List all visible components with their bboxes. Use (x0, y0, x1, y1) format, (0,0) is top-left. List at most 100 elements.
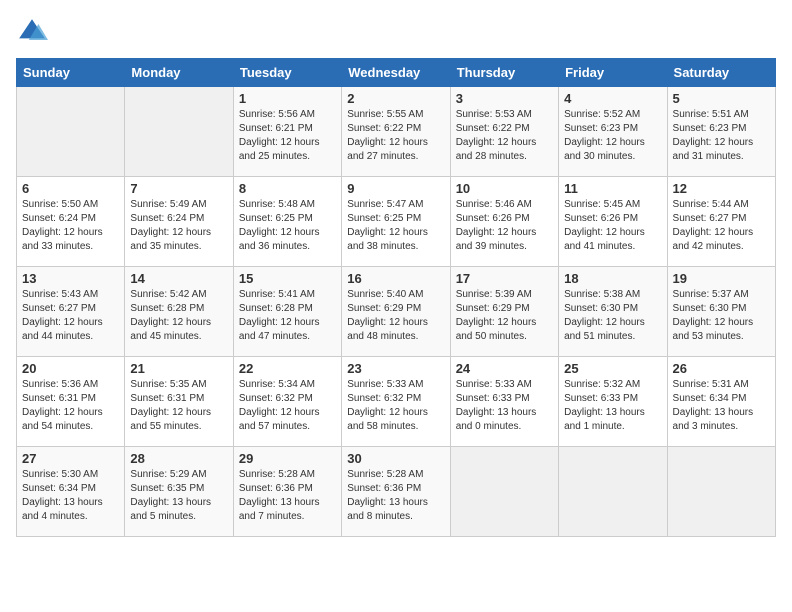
day-cell: 5 Sunrise: 5:51 AM Sunset: 6:23 PM Daylig… (667, 87, 775, 177)
day-number: 2 (347, 91, 444, 106)
day-cell: 19 Sunrise: 5:37 AM Sunset: 6:30 PM Dayli… (667, 267, 775, 357)
day-info: Sunrise: 5:28 AM Sunset: 6:36 PM Dayligh… (239, 468, 336, 524)
day-number: 29 (239, 451, 336, 466)
day-info: Sunrise: 5:38 AM Sunset: 6:30 PM Dayligh… (564, 288, 661, 344)
day-cell: 8Sunrise: 5:48 AM Sunset: 6:25 PM Daylig… (233, 177, 341, 267)
day-cell (450, 447, 558, 537)
day-number: 7 (130, 181, 227, 196)
day-info: Sunrise: 5:34 AM Sunset: 6:32 PM Dayligh… (239, 378, 336, 434)
day-info: Sunrise: 5:43 AM Sunset: 6:27 PM Dayligh… (22, 288, 119, 344)
day-cell: 23 Sunrise: 5:33 AM Sunset: 6:32 PM Dayli… (342, 357, 450, 447)
day-cell: 6 Sunrise: 5:50 AM Sunset: 6:24 PM Daylig… (17, 177, 125, 267)
day-header-thursday: Thursday (450, 59, 558, 87)
day-info: Sunrise: 5:56 AM Sunset: 6:21 PM Dayligh… (239, 108, 336, 164)
day-info: Sunrise: 5:33 AM Sunset: 6:32 PM Dayligh… (347, 378, 444, 434)
day-cell: 20 Sunrise: 5:36 AM Sunset: 6:31 PM Dayli… (17, 357, 125, 447)
day-number: 1 (239, 91, 336, 106)
day-cell: 13 Sunrise: 5:43 AM Sunset: 6:27 PM Dayli… (17, 267, 125, 357)
day-info: Sunrise: 5:29 AM Sunset: 6:35 PM Dayligh… (130, 468, 227, 524)
day-cell: 27 Sunrise: 5:30 AM Sunset: 6:34 PM Dayli… (17, 447, 125, 537)
day-info: Sunrise: 5:31 AM Sunset: 6:34 PM Dayligh… (673, 378, 770, 434)
day-cell: 3Sunrise: 5:53 AM Sunset: 6:22 PM Daylig… (450, 87, 558, 177)
calendar-body: 1 Sunrise: 5:56 AM Sunset: 6:21 PM Daylig… (17, 87, 776, 537)
day-info: Sunrise: 5:41 AM Sunset: 6:28 PM Dayligh… (239, 288, 336, 344)
day-header-sunday: Sunday (17, 59, 125, 87)
day-cell: 30 Sunrise: 5:28 AM Sunset: 6:36 PM Dayli… (342, 447, 450, 537)
day-cell: 25 Sunrise: 5:32 AM Sunset: 6:33 PM Dayli… (559, 357, 667, 447)
calendar-header: SundayMondayTuesdayWednesdayThursdayFrid… (17, 59, 776, 87)
day-number: 27 (22, 451, 119, 466)
day-header-tuesday: Tuesday (233, 59, 341, 87)
day-info: Sunrise: 5:44 AM Sunset: 6:27 PM Dayligh… (673, 198, 770, 254)
logo (16, 16, 52, 48)
day-info: Sunrise: 5:39 AM Sunset: 6:29 PM Dayligh… (456, 288, 553, 344)
day-info: Sunrise: 5:35 AM Sunset: 6:31 PM Dayligh… (130, 378, 227, 434)
day-number: 26 (673, 361, 770, 376)
day-header-saturday: Saturday (667, 59, 775, 87)
day-number: 30 (347, 451, 444, 466)
day-cell: 24Sunrise: 5:33 AM Sunset: 6:33 PM Dayli… (450, 357, 558, 447)
week-row-4: 20 Sunrise: 5:36 AM Sunset: 6:31 PM Dayli… (17, 357, 776, 447)
day-info: Sunrise: 5:55 AM Sunset: 6:22 PM Dayligh… (347, 108, 444, 164)
day-number: 20 (22, 361, 119, 376)
day-info: Sunrise: 5:46 AM Sunset: 6:26 PM Dayligh… (456, 198, 553, 254)
day-cell: 10 Sunrise: 5:46 AM Sunset: 6:26 PM Dayli… (450, 177, 558, 267)
day-cell: 14 Sunrise: 5:42 AM Sunset: 6:28 PM Dayli… (125, 267, 233, 357)
day-info: Sunrise: 5:51 AM Sunset: 6:23 PM Dayligh… (673, 108, 770, 164)
day-cell: 26 Sunrise: 5:31 AM Sunset: 6:34 PM Dayli… (667, 357, 775, 447)
day-number: 19 (673, 271, 770, 286)
day-cell: 22 Sunrise: 5:34 AM Sunset: 6:32 PM Dayli… (233, 357, 341, 447)
day-number: 22 (239, 361, 336, 376)
day-cell: 4Sunrise: 5:52 AM Sunset: 6:23 PM Daylig… (559, 87, 667, 177)
day-number: 14 (130, 271, 227, 286)
day-info: Sunrise: 5:50 AM Sunset: 6:24 PM Dayligh… (22, 198, 119, 254)
day-info: Sunrise: 5:33 AM Sunset: 6:33 PM Dayligh… (456, 378, 553, 434)
day-cell: 15 Sunrise: 5:41 AM Sunset: 6:28 PM Dayli… (233, 267, 341, 357)
day-cell: 2 Sunrise: 5:55 AM Sunset: 6:22 PM Daylig… (342, 87, 450, 177)
day-number: 11 (564, 181, 661, 196)
day-number: 6 (22, 181, 119, 196)
day-header-wednesday: Wednesday (342, 59, 450, 87)
day-number: 9 (347, 181, 444, 196)
calendar-table: SundayMondayTuesdayWednesdayThursdayFrid… (16, 58, 776, 537)
week-row-1: 1 Sunrise: 5:56 AM Sunset: 6:21 PM Daylig… (17, 87, 776, 177)
day-number: 21 (130, 361, 227, 376)
day-info: Sunrise: 5:28 AM Sunset: 6:36 PM Dayligh… (347, 468, 444, 524)
day-number: 4 (564, 91, 661, 106)
day-number: 13 (22, 271, 119, 286)
day-cell (17, 87, 125, 177)
week-row-2: 6 Sunrise: 5:50 AM Sunset: 6:24 PM Daylig… (17, 177, 776, 267)
day-number: 15 (239, 271, 336, 286)
day-number: 18 (564, 271, 661, 286)
day-number: 12 (673, 181, 770, 196)
day-info: Sunrise: 5:47 AM Sunset: 6:25 PM Dayligh… (347, 198, 444, 254)
day-number: 5 (673, 91, 770, 106)
day-cell: 18 Sunrise: 5:38 AM Sunset: 6:30 PM Dayli… (559, 267, 667, 357)
day-cell: 21 Sunrise: 5:35 AM Sunset: 6:31 PM Dayli… (125, 357, 233, 447)
day-info: Sunrise: 5:45 AM Sunset: 6:26 PM Dayligh… (564, 198, 661, 254)
day-number: 16 (347, 271, 444, 286)
day-cell: 16 Sunrise: 5:40 AM Sunset: 6:29 PM Dayli… (342, 267, 450, 357)
day-cell: 28Sunrise: 5:29 AM Sunset: 6:35 PM Dayli… (125, 447, 233, 537)
day-cell: 9 Sunrise: 5:47 AM Sunset: 6:25 PM Daylig… (342, 177, 450, 267)
day-number: 23 (347, 361, 444, 376)
day-cell: 11 Sunrise: 5:45 AM Sunset: 6:26 PM Dayli… (559, 177, 667, 267)
day-number: 25 (564, 361, 661, 376)
week-row-3: 13 Sunrise: 5:43 AM Sunset: 6:27 PM Dayli… (17, 267, 776, 357)
day-cell (125, 87, 233, 177)
day-info: Sunrise: 5:30 AM Sunset: 6:34 PM Dayligh… (22, 468, 119, 524)
day-number: 8 (239, 181, 336, 196)
header-row: SundayMondayTuesdayWednesdayThursdayFrid… (17, 59, 776, 87)
day-header-friday: Friday (559, 59, 667, 87)
day-info: Sunrise: 5:32 AM Sunset: 6:33 PM Dayligh… (564, 378, 661, 434)
day-info: Sunrise: 5:49 AM Sunset: 6:24 PM Dayligh… (130, 198, 227, 254)
day-number: 10 (456, 181, 553, 196)
day-cell: 1 Sunrise: 5:56 AM Sunset: 6:21 PM Daylig… (233, 87, 341, 177)
day-info: Sunrise: 5:37 AM Sunset: 6:30 PM Dayligh… (673, 288, 770, 344)
day-cell: 7 Sunrise: 5:49 AM Sunset: 6:24 PM Daylig… (125, 177, 233, 267)
day-number: 3 (456, 91, 553, 106)
day-info: Sunrise: 5:42 AM Sunset: 6:28 PM Dayligh… (130, 288, 227, 344)
day-info: Sunrise: 5:40 AM Sunset: 6:29 PM Dayligh… (347, 288, 444, 344)
day-info: Sunrise: 5:36 AM Sunset: 6:31 PM Dayligh… (22, 378, 119, 434)
day-header-monday: Monday (125, 59, 233, 87)
